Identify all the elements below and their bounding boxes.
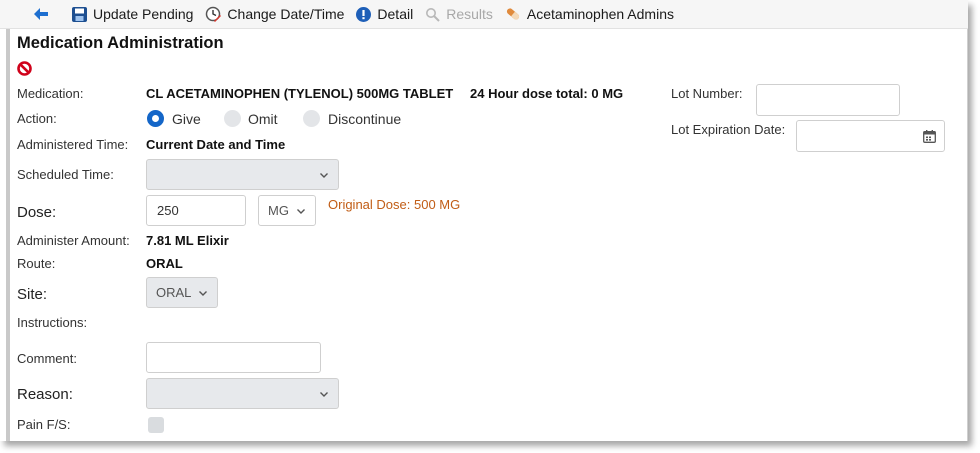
- instructions-label: Instructions:: [17, 315, 88, 330]
- detail-button[interactable]: Detail: [356, 6, 413, 22]
- action-give-radio[interactable]: [147, 110, 164, 127]
- dose-unit-value: MG: [268, 203, 289, 218]
- action-discontinue-radio[interactable]: [303, 110, 320, 127]
- medication-label: Medication:: [17, 86, 84, 101]
- dose-label: Dose:: [17, 204, 57, 221]
- acetaminophen-admins-button[interactable]: Acetaminophen Admins: [505, 6, 674, 22]
- medication-value: CL ACETAMINOPHEN (TYLENOL) 500MG TABLET: [146, 86, 454, 101]
- dose-input[interactable]: 250: [146, 195, 246, 226]
- administered-time-value: Current Date and Time: [146, 137, 286, 152]
- back-arrow-icon: [34, 8, 48, 20]
- search-icon: [426, 7, 440, 22]
- medication-administration-window: Update Pending Change Date/Time Detail R…: [0, 0, 968, 441]
- lot-number-label: Lot Number:: [671, 86, 743, 101]
- action-omit-label[interactable]: Omit: [248, 111, 278, 127]
- change-date-time-label: Change Date/Time: [227, 6, 345, 22]
- pain-fs-label: Pain F/S:: [17, 417, 71, 432]
- clock-edit-icon: [206, 6, 222, 22]
- original-dose-text: Original Dose: 500 MG: [328, 197, 461, 212]
- reason-label: Reason:: [17, 386, 73, 403]
- dose-input-value: 250: [157, 203, 179, 218]
- reason-select[interactable]: [146, 378, 339, 409]
- action-label: Action:: [17, 111, 57, 126]
- route-label: Route:: [17, 256, 56, 271]
- change-date-time-button[interactable]: Change Date/Time: [205, 6, 344, 22]
- chevron-down-icon: [320, 172, 328, 178]
- action-discontinue-label[interactable]: Discontinue: [328, 111, 401, 127]
- acetaminophen-admins-label: Acetaminophen Admins: [526, 6, 674, 22]
- update-pending-label: Update Pending: [93, 6, 194, 22]
- detail-label: Detail: [377, 6, 414, 22]
- site-select[interactable]: ORAL: [146, 277, 218, 308]
- chevron-down-icon: [297, 208, 305, 214]
- chevron-down-icon: [199, 290, 207, 296]
- stop-icon: [17, 61, 32, 76]
- scheduled-time-select[interactable]: [146, 159, 339, 190]
- info-icon: [356, 6, 372, 22]
- update-pending-button[interactable]: Update Pending: [72, 6, 193, 22]
- scheduled-time-label: Scheduled Time:: [17, 167, 114, 182]
- dose-total-value: 24 Hour dose total: 0 MG: [470, 86, 624, 101]
- pill-icon: [506, 8, 519, 20]
- results-button[interactable]: Results: [425, 6, 493, 22]
- comment-input[interactable]: [146, 342, 321, 373]
- save-icon: [72, 6, 87, 22]
- pain-fs-checkbox[interactable]: [148, 417, 164, 433]
- lot-expiration-input[interactable]: [796, 120, 945, 152]
- comment-label: Comment:: [17, 351, 77, 366]
- action-omit-radio[interactable]: [224, 110, 241, 127]
- administer-amount-value: 7.81 ML Elixir: [146, 233, 229, 248]
- route-value: ORAL: [146, 256, 183, 271]
- results-label: Results: [446, 6, 493, 22]
- page-title: Medication Administration: [17, 34, 224, 52]
- back-button[interactable]: [34, 8, 54, 20]
- site-value: ORAL: [156, 285, 192, 300]
- left-accent-bar: [0, 29, 10, 441]
- lot-expiration-label: Lot Expiration Date:: [671, 122, 786, 137]
- dose-unit-select[interactable]: MG: [258, 195, 316, 226]
- lot-number-input[interactable]: [756, 84, 900, 116]
- toolbar: Update Pending Change Date/Time Detail R…: [0, 0, 968, 29]
- action-give-label[interactable]: Give: [172, 111, 201, 127]
- site-label: Site:: [17, 286, 48, 303]
- administer-amount-label: Administer Amount:: [17, 233, 130, 248]
- administered-time-label: Administered Time:: [17, 137, 129, 152]
- chevron-down-icon: [320, 391, 328, 397]
- calendar-icon[interactable]: [923, 130, 936, 143]
